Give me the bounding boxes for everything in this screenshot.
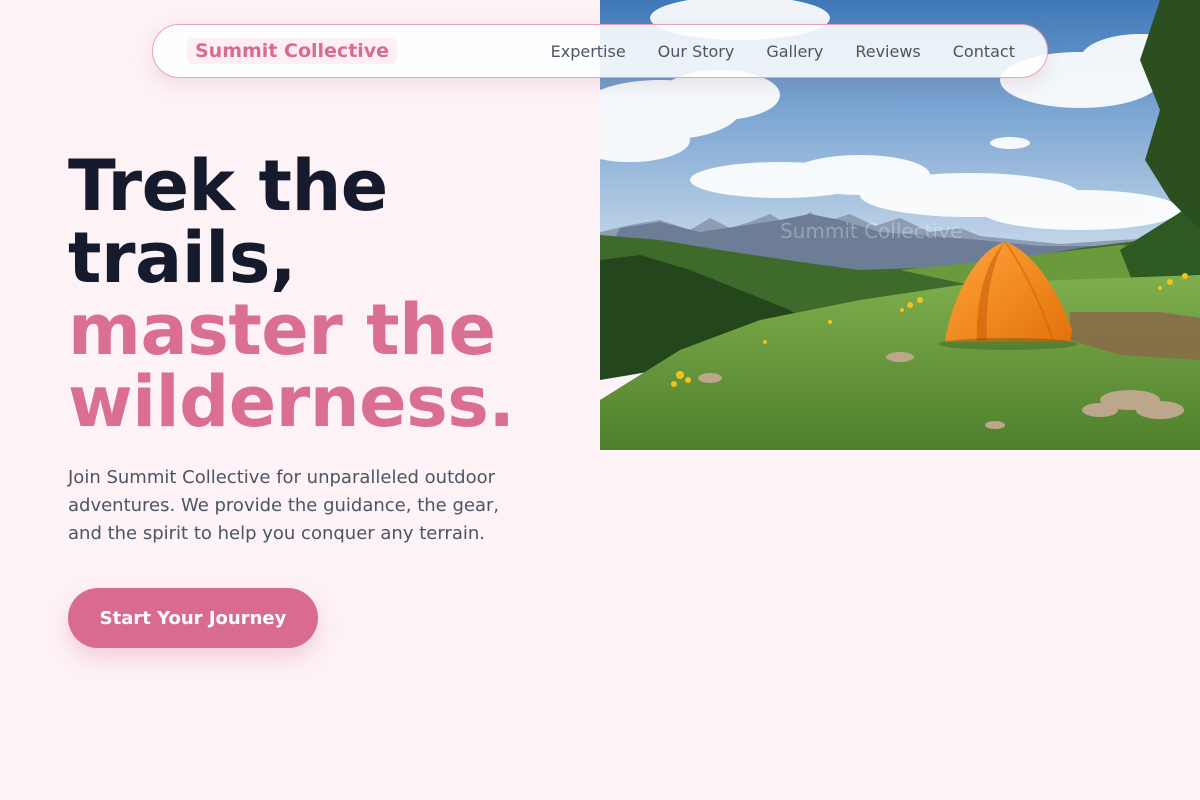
- headline-line-1: Trek the: [68, 145, 388, 227]
- navbar: Summit Collective Expertise Our Story Ga…: [152, 24, 1048, 78]
- start-journey-button[interactable]: Start Your Journey: [68, 588, 318, 648]
- nav-link-reviews[interactable]: Reviews: [855, 42, 920, 61]
- headline-line-4: wilderness.: [68, 361, 515, 443]
- nav-links: Expertise Our Story Gallery Reviews Cont…: [551, 42, 1015, 61]
- brand-logo[interactable]: Summit Collective: [187, 38, 398, 64]
- hero-lead: Join Summit Collective for unparalleled …: [68, 467, 500, 544]
- svg-text:Summit Collective: Summit Collective: [780, 219, 962, 243]
- headline-line-3: master the: [68, 289, 496, 371]
- nav-link-our-story[interactable]: Our Story: [658, 42, 735, 61]
- nav-link-gallery[interactable]: Gallery: [766, 42, 823, 61]
- nav-link-contact[interactable]: Contact: [953, 42, 1015, 61]
- headline-line-2: trails,: [68, 217, 296, 299]
- nav-link-expertise[interactable]: Expertise: [551, 42, 626, 61]
- hero-headline: Trek the trails, master the wilderness.: [68, 150, 588, 438]
